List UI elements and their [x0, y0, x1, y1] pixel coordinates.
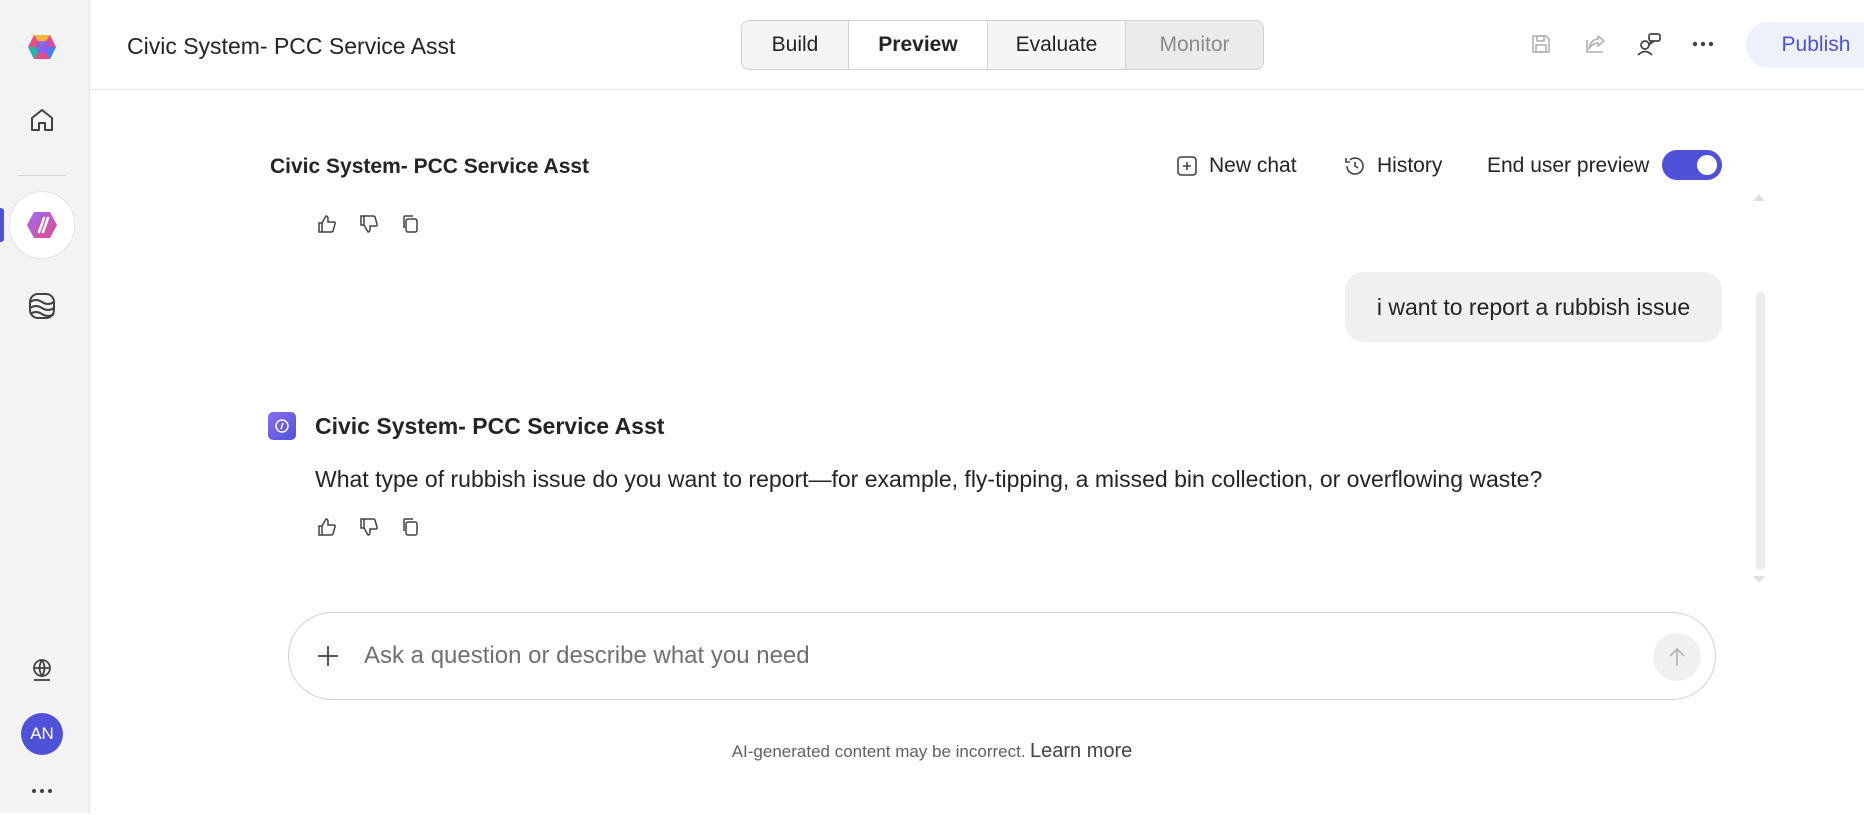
new-chat-button[interactable]: New chat: [1175, 150, 1297, 182]
share-icon[interactable]: [1581, 29, 1611, 59]
chat-scrollbar[interactable]: [1756, 292, 1765, 570]
toggle-knob: [1697, 155, 1717, 175]
disclaimer-text: AI-generated content may be incorrect.: [731, 742, 1026, 761]
add-attachment-icon[interactable]: [311, 639, 345, 673]
end-user-preview-toggle[interactable]: [1662, 150, 1722, 180]
scroll-up-arrow[interactable]: [1753, 194, 1765, 201]
waves-icon[interactable]: [18, 282, 66, 330]
save-icon[interactable]: [1526, 29, 1556, 59]
mode-tabs: Build Preview Evaluate Monitor: [741, 20, 1264, 70]
chat-input[interactable]: [364, 635, 1564, 677]
active-indicator: [0, 208, 4, 242]
bot-message-text: What type of rubbish issue do you want t…: [315, 466, 1543, 492]
chat-panel-title: Civic System- PCC Service Asst: [270, 155, 590, 178]
home-icon[interactable]: [18, 96, 66, 144]
feedback-row: [315, 515, 423, 541]
feedback-row: [315, 212, 423, 238]
send-button[interactable]: [1653, 633, 1701, 681]
publish-button[interactable]: Publish: [1746, 22, 1864, 68]
avatar[interactable]: AN: [21, 713, 63, 755]
new-chat-label: New chat: [1209, 154, 1297, 177]
rail-divider: [18, 175, 66, 176]
send-arrow-icon: [1669, 647, 1685, 666]
bot-avatar-icon: [268, 412, 296, 440]
thumbs-down-icon[interactable]: [357, 212, 381, 236]
copilot-studio-logo-icon[interactable]: [18, 23, 66, 71]
left-nav-rail: AN: [0, 0, 90, 813]
globe-environment-icon[interactable]: [18, 646, 66, 694]
more-options-icon[interactable]: [1688, 29, 1718, 59]
agent-icon[interactable]: [18, 201, 66, 249]
user-message: i want to report a rubbish issue: [1345, 272, 1722, 342]
thumbs-down-icon[interactable]: [357, 515, 381, 539]
thumbs-up-icon[interactable]: [315, 212, 339, 236]
thumbs-up-icon[interactable]: [315, 515, 339, 539]
scroll-down-arrow[interactable]: [1753, 576, 1765, 583]
user-message-text: i want to report a rubbish issue: [1376, 293, 1691, 320]
copy-icon[interactable]: [399, 515, 423, 539]
bot-sender-name: Civic System- PCC Service Asst: [315, 413, 665, 439]
copy-icon[interactable]: [399, 212, 423, 236]
collaborators-icon[interactable]: [1634, 29, 1664, 59]
tab-preview[interactable]: Preview: [849, 21, 988, 69]
history-label: History: [1377, 154, 1443, 177]
tab-build[interactable]: Build: [742, 21, 849, 69]
tab-evaluate[interactable]: Evaluate: [988, 21, 1126, 69]
top-bar: Civic System- PCC Service Asst Build Pre…: [90, 0, 1864, 90]
learn-more-link[interactable]: Learn more: [1030, 740, 1132, 762]
more-icon[interactable]: [18, 767, 66, 815]
history-button[interactable]: History: [1343, 150, 1442, 182]
new-chat-icon: [1177, 156, 1197, 176]
avatar-initials: AN: [30, 724, 54, 743]
chat-composer: [288, 612, 1716, 700]
end-user-preview-label: End user preview: [1487, 154, 1650, 177]
history-icon: [1345, 157, 1364, 175]
disclaimer: AI-generated content may be incorrect. L…: [90, 740, 1774, 763]
agent-title: Civic System- PCC Service Asst: [127, 33, 456, 59]
tab-monitor[interactable]: Monitor: [1126, 21, 1263, 69]
